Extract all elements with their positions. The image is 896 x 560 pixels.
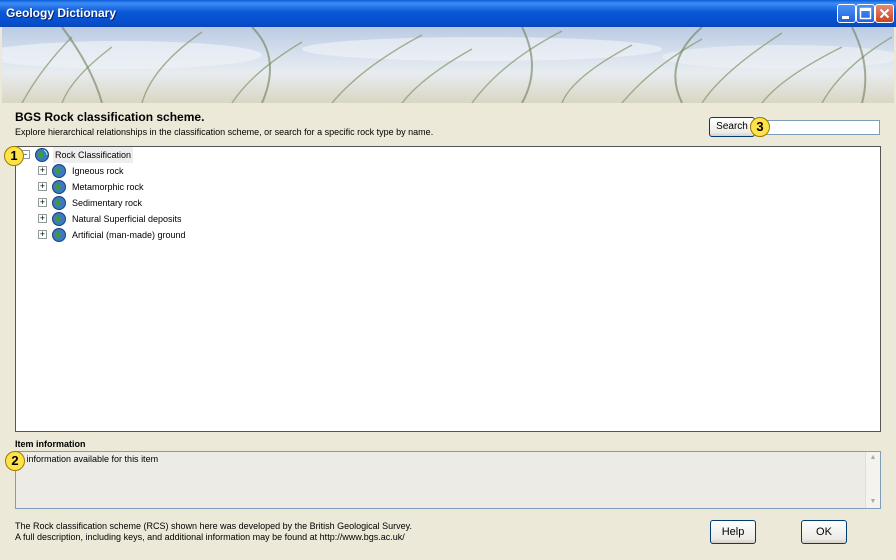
- help-button[interactable]: Help: [710, 520, 756, 544]
- scroll-down-icon[interactable]: ▼: [866, 496, 880, 508]
- tree-node-label: Sedimentary rock: [72, 198, 143, 208]
- tree-node-label: Igneous rock: [72, 166, 124, 176]
- search-button[interactable]: Search: [709, 117, 755, 137]
- item-information-box[interactable]: o information available for this item ▲ …: [15, 451, 881, 509]
- tree-node-label: Rock Classification: [53, 147, 134, 163]
- tree-node-root[interactable]: - Rock Classification: [21, 147, 141, 163]
- maximize-icon: [857, 5, 874, 22]
- title-bar[interactable]: Geology Dictionary: [0, 0, 896, 27]
- callout-badge: 2: [5, 451, 25, 471]
- item-information-text: o information available for this item: [19, 454, 159, 464]
- minimize-button[interactable]: [837, 4, 856, 23]
- page-subheading: Explore hierarchical relationships in th…: [15, 127, 434, 137]
- callout-badge: 3: [750, 117, 770, 137]
- tree-node[interactable]: + Metamorphic rock: [38, 179, 198, 195]
- globe-icon: [51, 163, 67, 179]
- expand-toggle[interactable]: +: [38, 214, 47, 223]
- rock-classification-tree[interactable]: - Rock Classification + Igneous rock + M…: [15, 146, 881, 432]
- expand-toggle[interactable]: +: [38, 166, 47, 175]
- close-icon: [876, 5, 893, 22]
- globe-icon: [51, 211, 67, 227]
- ok-button[interactable]: OK: [801, 520, 847, 544]
- tree-node[interactable]: + Igneous rock: [38, 163, 178, 179]
- expand-toggle[interactable]: +: [38, 182, 47, 191]
- geology-dictionary-window: Geology Dictionary BGS Rock classificati…: [0, 0, 896, 560]
- expand-toggle[interactable]: +: [38, 230, 47, 239]
- tree-node[interactable]: + Artificial (man-made) ground: [38, 227, 248, 243]
- globe-icon: [51, 195, 67, 211]
- item-information-label: Item information: [15, 439, 86, 449]
- tree-node[interactable]: + Natural Superficial deposits: [38, 211, 238, 227]
- tree-node-label: Artificial (man-made) ground: [72, 230, 186, 240]
- globe-icon: [51, 179, 67, 195]
- expand-toggle[interactable]: +: [38, 198, 47, 207]
- tree-node-label: Metamorphic rock: [72, 182, 144, 192]
- tree-node[interactable]: + Sedimentary rock: [38, 195, 198, 211]
- search-input[interactable]: [755, 120, 880, 135]
- footer-credit-text: The Rock classification scheme (RCS) sho…: [15, 521, 413, 531]
- item-information-scrollbar[interactable]: ▲ ▼: [865, 452, 880, 508]
- close-button[interactable]: [875, 4, 894, 23]
- callout-badge: 1: [4, 146, 24, 166]
- footer-link-text: A full description, including keys, and …: [15, 532, 405, 542]
- page-heading: BGS Rock classification scheme.: [15, 110, 205, 124]
- scroll-up-icon[interactable]: ▲: [866, 452, 880, 464]
- maximize-button[interactable]: [856, 4, 875, 23]
- minimize-icon: [838, 5, 855, 22]
- grass-banner-graphic: [2, 27, 894, 103]
- window-title: Geology Dictionary: [6, 6, 117, 20]
- banner-image: [2, 27, 894, 103]
- globe-icon: [34, 147, 50, 163]
- globe-icon: [51, 227, 67, 243]
- tree-node-label: Natural Superficial deposits: [72, 214, 182, 224]
